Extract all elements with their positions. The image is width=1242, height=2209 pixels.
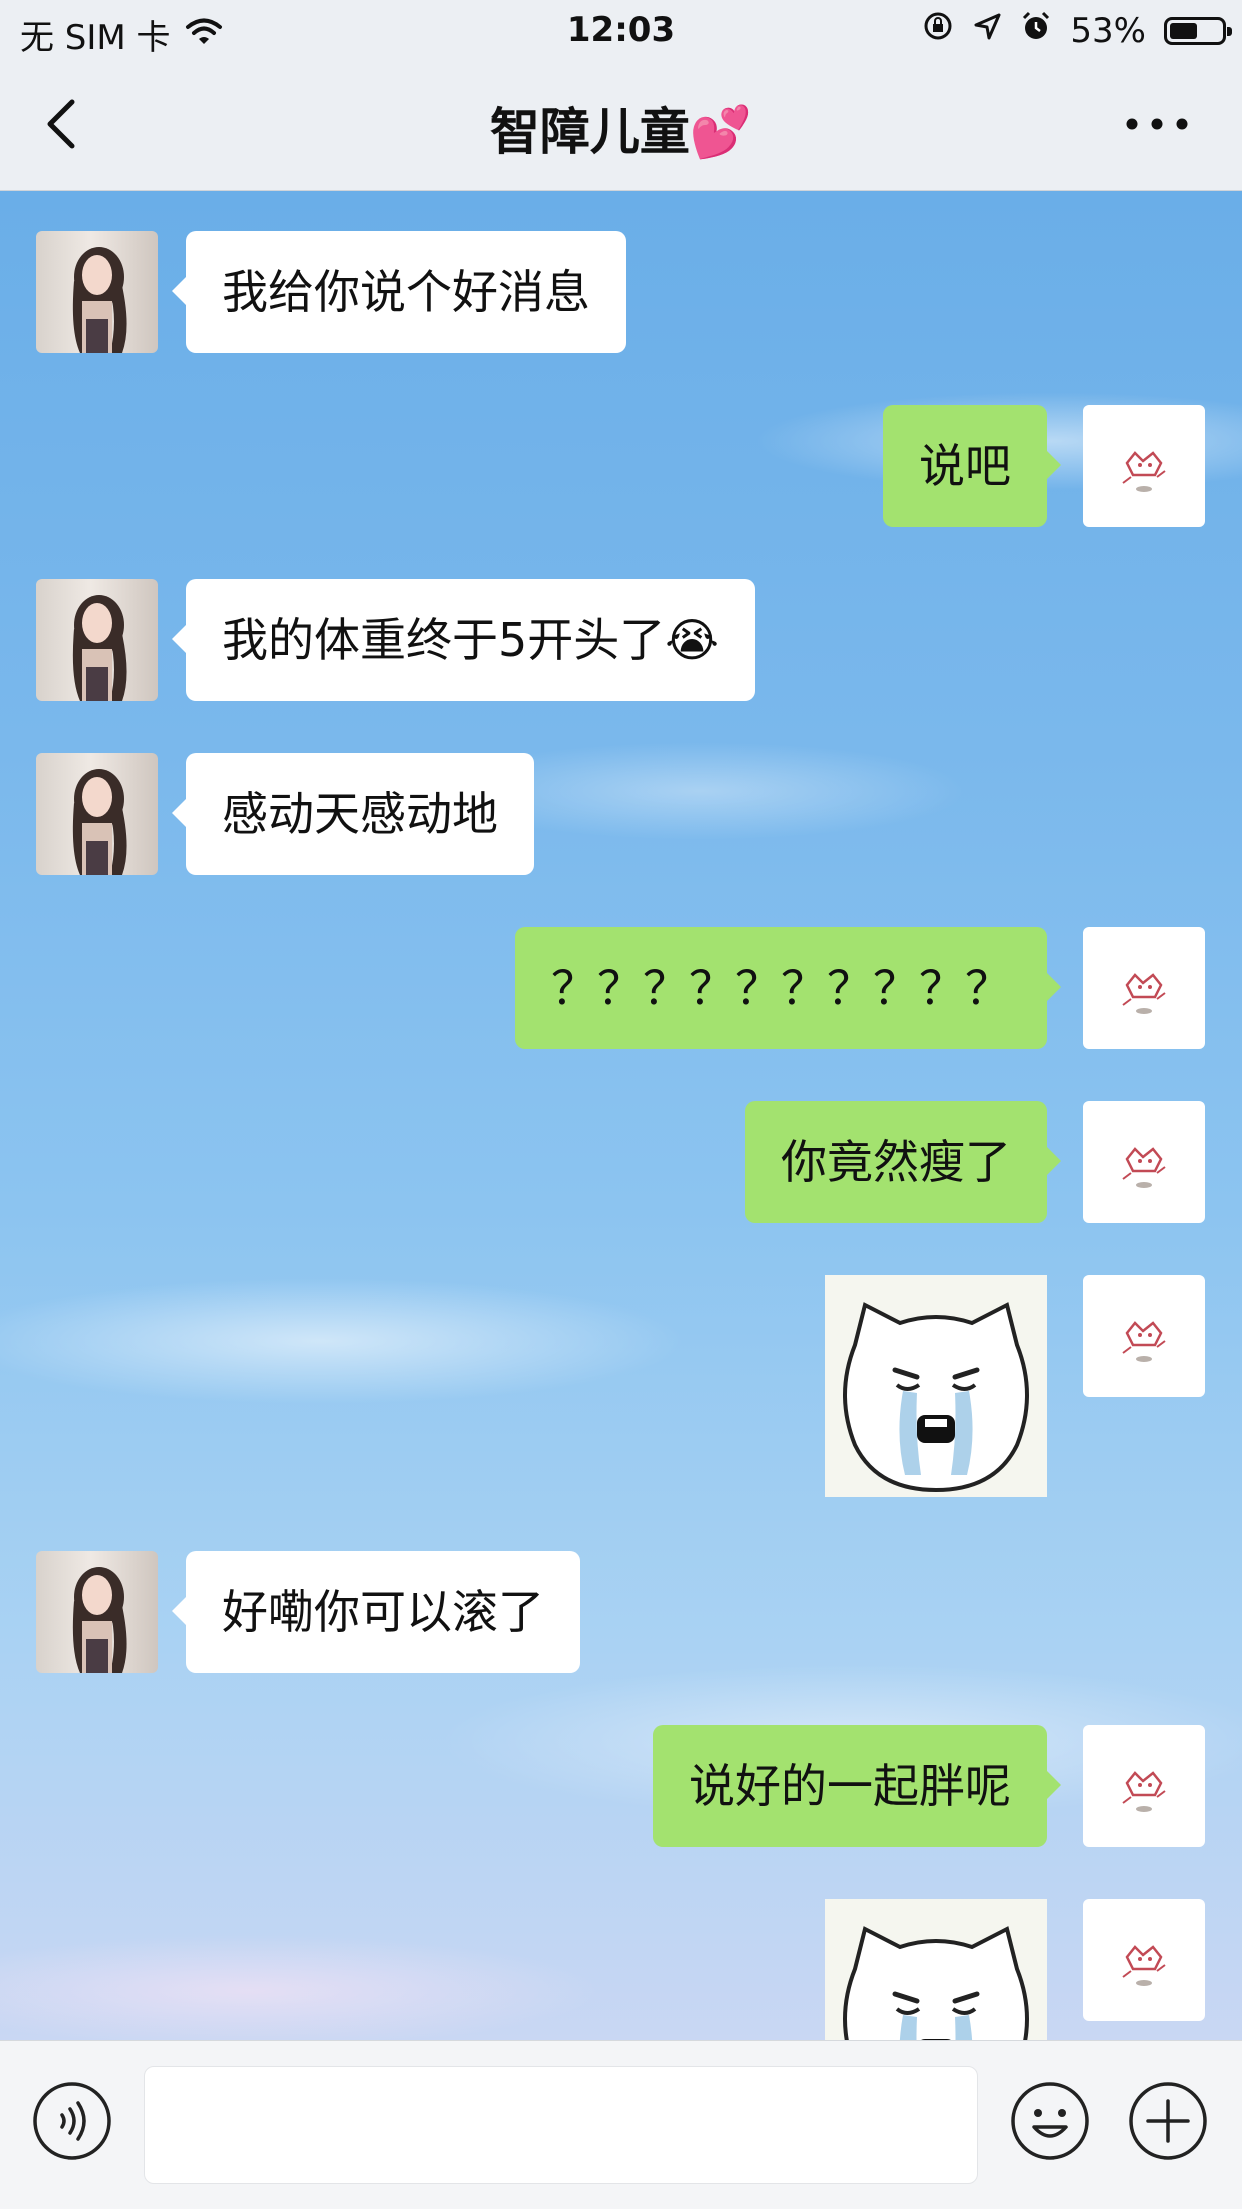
contact-avatar[interactable] [36,579,158,701]
my-avatar-image [1122,973,1166,1014]
contact-avatar-image [72,769,127,875]
message-input[interactable] [144,2066,978,2184]
message-bubble-me[interactable]: 说好的一起胖呢 [653,1725,1061,1847]
message-bubble-me[interactable]: ？？？？？？？？？？ [515,927,1061,1049]
contact-avatar-image [72,247,127,353]
my-avatar[interactable] [1083,1275,1205,1397]
message-text: 感动天感动地 [222,787,498,841]
emoji-button[interactable] [1010,2081,1090,2161]
emoji-icon [1011,2082,1089,2160]
chat-title: 智障儿童💕 [0,92,1242,164]
my-avatar-image [1122,1771,1166,1812]
message-text: 我的体重终于5开头了😭 [222,613,720,667]
more-dots-icon [1126,118,1188,130]
message-bubble-them[interactable]: 我的体重终于5开头了😭 [171,579,756,701]
message-bubble-me[interactable]: 说吧 [883,405,1061,527]
my-avatar-image [1122,1321,1166,1362]
location-icon [972,11,1002,51]
my-avatar-image [1122,1147,1166,1188]
status-bar: 无 SIM 卡 12:03 53% [0,0,1242,62]
message-text: 你竟然瘦了 [781,1135,1011,1189]
chat-area[interactable]: 我给你说个好消息 说吧 我的体重终于5开头了😭 感动天感动地 ？？？？？？？？？… [0,191,1242,2040]
message-text: 我给你说个好消息 [222,265,590,319]
contact-avatar-image [72,1567,127,1673]
crying-bear-sticker[interactable] [825,1275,1047,1497]
crying-bear-sticker[interactable] [825,1899,1047,2040]
contact-avatar[interactable] [36,231,158,353]
plus-button[interactable] [1128,2081,1208,2161]
voice-icon [33,2082,111,2160]
crying-bear-icon [843,1302,1029,1493]
my-avatar-image [1122,451,1166,492]
orientation-lock-icon [922,10,954,51]
chat-title-text: 智障儿童 [489,103,690,161]
my-avatar[interactable] [1083,927,1205,1049]
my-avatar-image [1122,1945,1166,1986]
input-bar [0,2040,1242,2209]
my-avatar[interactable] [1083,1725,1205,1847]
nav-bar: 智障儿童💕 [0,62,1242,191]
my-avatar[interactable] [1083,1899,1205,2021]
more-button[interactable] [1122,106,1192,142]
battery-icon [1164,16,1232,45]
message-bubble-them[interactable]: 感动天感动地 [172,753,534,875]
crying-bear-icon [843,1926,1029,2040]
voice-button[interactable] [32,2081,112,2161]
battery-percent: 53% [1070,10,1146,51]
message-bubble-them[interactable]: 我给你说个好消息 [172,231,626,353]
message-bubble-me[interactable]: 你竟然瘦了 [745,1101,1061,1223]
alarm-icon [1020,10,1052,51]
plus-icon [1129,2082,1207,2160]
contact-avatar-image [72,595,127,701]
contact-avatar[interactable] [36,753,158,875]
message-text: 说好的一起胖呢 [689,1759,1011,1813]
my-avatar[interactable] [1083,405,1205,527]
message-text: ？？？？？？？？？？ [551,961,1011,1015]
contact-avatar[interactable] [36,1551,158,1673]
heart-emoji: 💕 [689,103,753,161]
my-avatar[interactable] [1083,1101,1205,1223]
message-text: 好嘞你可以滚了 [222,1585,544,1639]
message-text: 说吧 [919,439,1011,493]
message-bubble-them[interactable]: 好嘞你可以滚了 [172,1551,580,1673]
